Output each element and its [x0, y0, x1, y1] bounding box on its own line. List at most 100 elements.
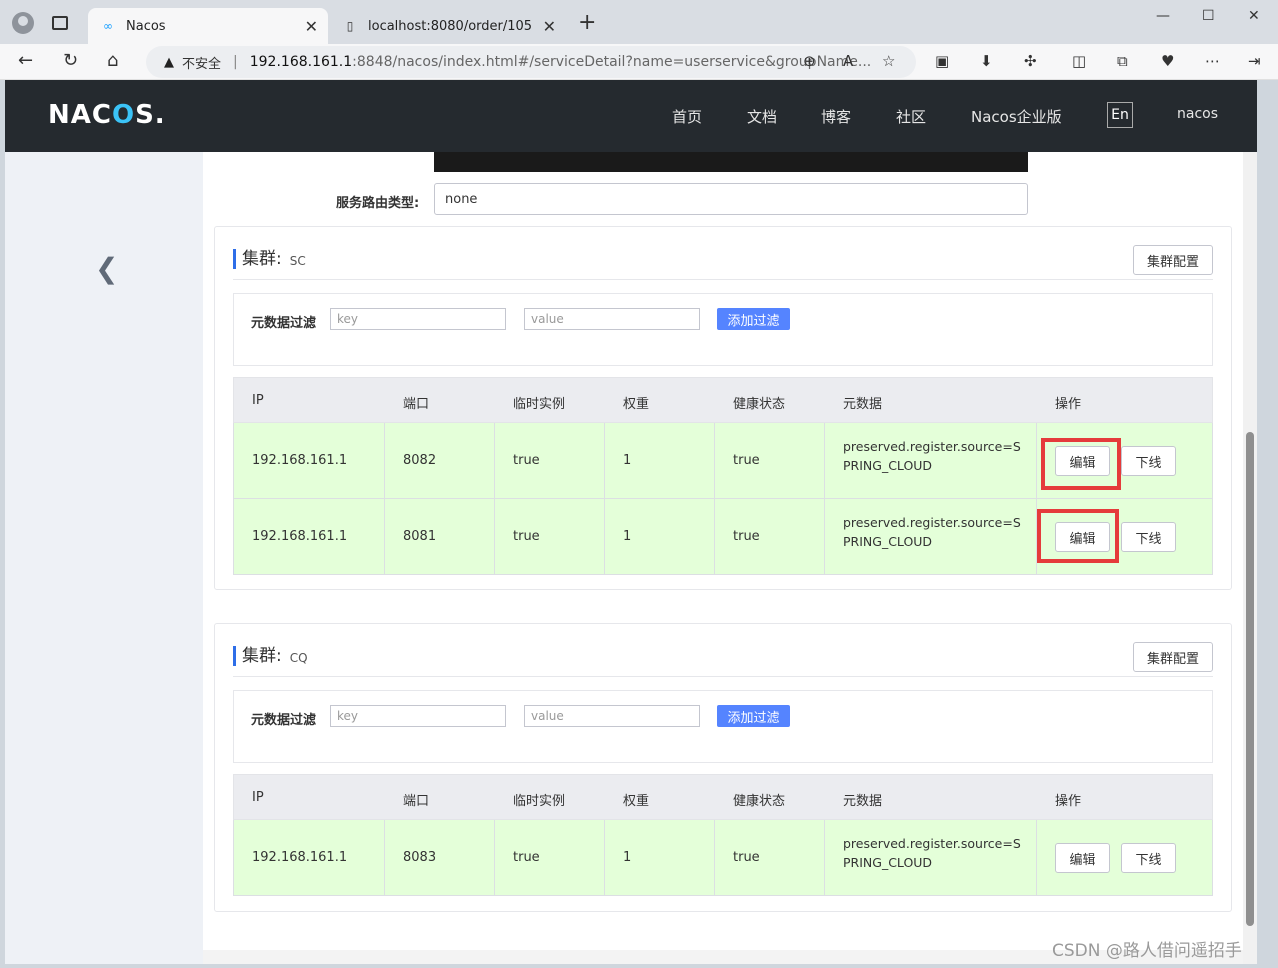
- extensions-puzzle-icon[interactable]: ✣: [1024, 52, 1037, 70]
- collections-icon[interactable]: ⧉: [1117, 52, 1128, 70]
- cell-weight: 1: [623, 529, 632, 544]
- close-window-icon[interactable]: ✕: [1248, 8, 1260, 24]
- favorite-star-icon[interactable]: ☆: [882, 52, 895, 70]
- scrollbar-thumb[interactable]: [1246, 432, 1254, 926]
- read-aloud-icon[interactable]: A: [843, 52, 853, 70]
- edit-button[interactable]: 编辑: [1055, 843, 1110, 873]
- add-filter-button[interactable]: 添加过滤: [717, 308, 790, 330]
- table-row: 192.168.161.1 8082 true 1 true preserved…: [233, 423, 1213, 499]
- col-metadata: 元数据: [843, 397, 883, 412]
- divider: |: [233, 54, 238, 70]
- sidebar: ❮: [5, 152, 203, 964]
- user-name[interactable]: nacos: [1177, 106, 1218, 122]
- filter-value-input[interactable]: value: [524, 308, 700, 330]
- cluster-name: CQ: [289, 651, 308, 665]
- browser-tab-order[interactable]: ▯ localhost:8080/order/105 ✕: [330, 8, 566, 44]
- col-ip: IP: [252, 790, 264, 805]
- offline-button[interactable]: 下线: [1121, 446, 1176, 476]
- cell-port: 8083: [403, 850, 437, 865]
- nacos-favicon-icon: ∞: [103, 19, 113, 33]
- col-health: 健康状态: [733, 794, 786, 809]
- cluster-panel-sc: 集群: SC 集群配置 元数据过滤 key value 添加过滤 IP 端口 临…: [214, 226, 1232, 590]
- new-tab-icon[interactable]: +: [578, 10, 596, 35]
- add-filter-button[interactable]: 添加过滤: [717, 705, 790, 727]
- reload-icon[interactable]: ↻: [63, 50, 78, 71]
- profile-icon[interactable]: [12, 12, 34, 34]
- col-weight: 权重: [623, 397, 650, 412]
- cell-ephemeral: true: [513, 529, 540, 544]
- offline-button[interactable]: 下线: [1121, 522, 1176, 552]
- table-header: IP 端口 临时实例 权重 健康状态 元数据 操作: [233, 377, 1213, 423]
- col-port: 端口: [403, 397, 430, 412]
- metadata-filter: 元数据过滤 key value 添加过滤: [233, 293, 1213, 366]
- table-header: IP 端口 临时实例 权重 健康状态 元数据 操作: [233, 774, 1213, 820]
- nacos-logo[interactable]: NACOS.: [48, 100, 166, 130]
- language-button[interactable]: En: [1107, 102, 1133, 128]
- divider: [233, 279, 1213, 280]
- cell-ip: 192.168.161.1: [252, 529, 348, 544]
- cell-health: true: [733, 529, 760, 544]
- cluster-name: SC: [289, 254, 306, 268]
- sidebar-toggle-icon[interactable]: ⇥: [1248, 52, 1261, 70]
- nav-home[interactable]: 首页: [672, 106, 702, 127]
- zoom-icon[interactable]: ⊕: [803, 52, 816, 70]
- cluster-config-button[interactable]: 集群配置: [1133, 642, 1213, 672]
- cluster-title: 集群: SC: [233, 249, 306, 269]
- cell-ephemeral: true: [513, 453, 540, 468]
- maximize-icon[interactable]: ☐: [1202, 8, 1215, 24]
- back-chevron-icon[interactable]: ❮: [95, 252, 118, 285]
- col-actions: 操作: [1055, 794, 1082, 809]
- filter-label: 元数据过滤: [251, 316, 317, 331]
- nacos-header: NACOS. 首页 文档 博客 社区 Nacos企业版 En nacos: [5, 80, 1257, 152]
- nav-community[interactable]: 社区: [896, 106, 926, 127]
- security-label[interactable]: 不安全: [182, 53, 221, 72]
- cell-weight: 1: [623, 453, 632, 468]
- filter-key-input[interactable]: key: [330, 308, 506, 330]
- performance-icon[interactable]: ♥: [1161, 52, 1174, 70]
- metadata-filter: 元数据过滤 key value 添加过滤: [233, 690, 1213, 763]
- table-row: 192.168.161.1 8083 true 1 true preserved…: [233, 820, 1213, 896]
- minimize-icon[interactable]: —: [1156, 8, 1170, 24]
- page-favicon-icon: ▯: [346, 19, 354, 33]
- cell-metadata: preserved.register.source=SPRING_CLOUD: [843, 515, 1021, 549]
- col-port: 端口: [403, 794, 430, 809]
- cluster-panel-cq: 集群: CQ 集群配置 元数据过滤 key value 添加过滤 IP 端口 临…: [214, 623, 1232, 912]
- cluster-title: 集群: CQ: [233, 646, 308, 666]
- highlight-box: [1041, 438, 1121, 490]
- service-detail: 服务路由类型: none 集群: SC 集群配置 元数据过滤 key value…: [203, 152, 1243, 964]
- more-menu-icon[interactable]: ⋯: [1205, 52, 1220, 70]
- address-bar[interactable]: ▲ 不安全 | 192.168.161.1:8848/nacos/index.h…: [146, 46, 916, 78]
- url-host: 192.168.161.1: [249, 54, 353, 70]
- close-tab-icon[interactable]: ✕: [543, 17, 556, 36]
- split-screen-icon[interactable]: ◫: [1072, 52, 1086, 70]
- extension-icon[interactable]: ▣: [935, 52, 949, 70]
- browser-tab-nacos[interactable]: ∞ Nacos ✕: [88, 8, 328, 44]
- offline-button[interactable]: 下线: [1121, 843, 1176, 873]
- route-type-label: 服务路由类型:: [336, 196, 420, 211]
- col-ephemeral: 临时实例: [513, 794, 566, 809]
- nav-docs[interactable]: 文档: [747, 106, 777, 127]
- route-type-input[interactable]: none: [434, 183, 1028, 215]
- instance-table: IP 端口 临时实例 权重 健康状态 元数据 操作 192.168.161.1 …: [233, 774, 1213, 896]
- back-arrow-icon[interactable]: ←: [18, 50, 33, 71]
- tab-title: Nacos: [126, 18, 166, 34]
- filter-key-input[interactable]: key: [330, 705, 506, 727]
- nav-enterprise[interactable]: Nacos企业版: [971, 106, 1062, 127]
- cell-port: 8082: [403, 453, 437, 468]
- col-ip: IP: [252, 393, 264, 408]
- tab-actions-icon[interactable]: [52, 16, 68, 30]
- close-tab-icon[interactable]: ✕: [305, 17, 318, 36]
- cell-health: true: [733, 453, 760, 468]
- tab-title: localhost:8080/order/105: [368, 18, 533, 34]
- nav-blog[interactable]: 博客: [821, 106, 851, 127]
- cell-weight: 1: [623, 850, 632, 865]
- cell-metadata: preserved.register.source=SPRING_CLOUD: [843, 836, 1021, 870]
- browser-tab-bar: ∞ Nacos ✕ ▯ localhost:8080/order/105 ✕ +…: [0, 0, 1278, 44]
- cell-port: 8081: [403, 529, 437, 544]
- filter-value-input[interactable]: value: [524, 705, 700, 727]
- download-extension-icon[interactable]: ⬇: [980, 52, 993, 70]
- cluster-config-button[interactable]: 集群配置: [1133, 245, 1213, 275]
- warning-icon[interactable]: ▲: [164, 55, 174, 70]
- home-icon[interactable]: ⌂: [107, 50, 118, 71]
- col-weight: 权重: [623, 794, 650, 809]
